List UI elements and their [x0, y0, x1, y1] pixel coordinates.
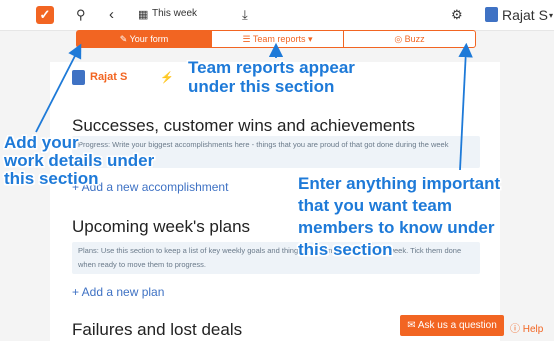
annotation-buzz: Enter anything important that you want t… — [298, 173, 500, 261]
annotation-line: this section — [4, 169, 99, 188]
tab-team-reports[interactable]: ☰ Team reports ▾ — [211, 31, 344, 47]
avatar — [485, 7, 498, 22]
top-bar: ✓ ⚲ ‹ ▦ This week ⤓ ⚙ Rajat S ▾ — [0, 0, 554, 31]
download-icon[interactable]: ⤓ — [242, 6, 248, 24]
section-title-plans: Upcoming week's plans — [72, 217, 251, 236]
add-plan-link[interactable]: + Add a new plan — [72, 285, 164, 299]
caret-down-icon: ▾ — [549, 11, 554, 20]
annotation-line: that you want team — [298, 196, 452, 215]
person-name: Rajat S — [90, 71, 128, 83]
annotation-team-reports: Team reports appear under this section — [188, 58, 355, 96]
logo-icon[interactable]: ✓ — [36, 6, 54, 24]
section-tabs: ✎ Your form ☰ Team reports ▾ ◎ Buzz — [76, 30, 476, 48]
tab-your-form[interactable]: ✎ Your form — [77, 31, 211, 47]
help-link[interactable]: ⓘ Help — [510, 320, 543, 335]
search-icon[interactable]: ⚲ — [76, 6, 86, 24]
week-label[interactable]: This week — [152, 8, 197, 19]
section-title-failures: Failures and lost deals — [72, 320, 243, 339]
calendar-icon: ▦ — [138, 9, 149, 21]
annotation-line: Add your — [4, 133, 79, 152]
bolt-icon: ⚡ — [160, 72, 174, 84]
annotation-line: under this section — [188, 77, 335, 96]
chevron-left-icon[interactable]: ‹ — [109, 6, 114, 24]
user-name: Rajat S — [502, 7, 548, 23]
annotation-line: Enter anything important — [298, 174, 501, 193]
section-title-successes: Successes, customer wins and achievement… — [72, 116, 415, 135]
avatar — [72, 70, 85, 85]
ask-question-button[interactable]: ✉ Ask us a question — [400, 315, 504, 336]
annotation-line: members to know under — [298, 218, 495, 237]
annotation-line: Team reports appear — [188, 58, 355, 77]
annotation-your-form: Add your work details under this section — [4, 134, 154, 188]
annotation-line: this section — [298, 240, 393, 259]
gear-icon[interactable]: ⚙ — [451, 6, 463, 24]
annotation-line: work details under — [4, 151, 155, 170]
tab-buzz[interactable]: ◎ Buzz — [344, 31, 475, 47]
